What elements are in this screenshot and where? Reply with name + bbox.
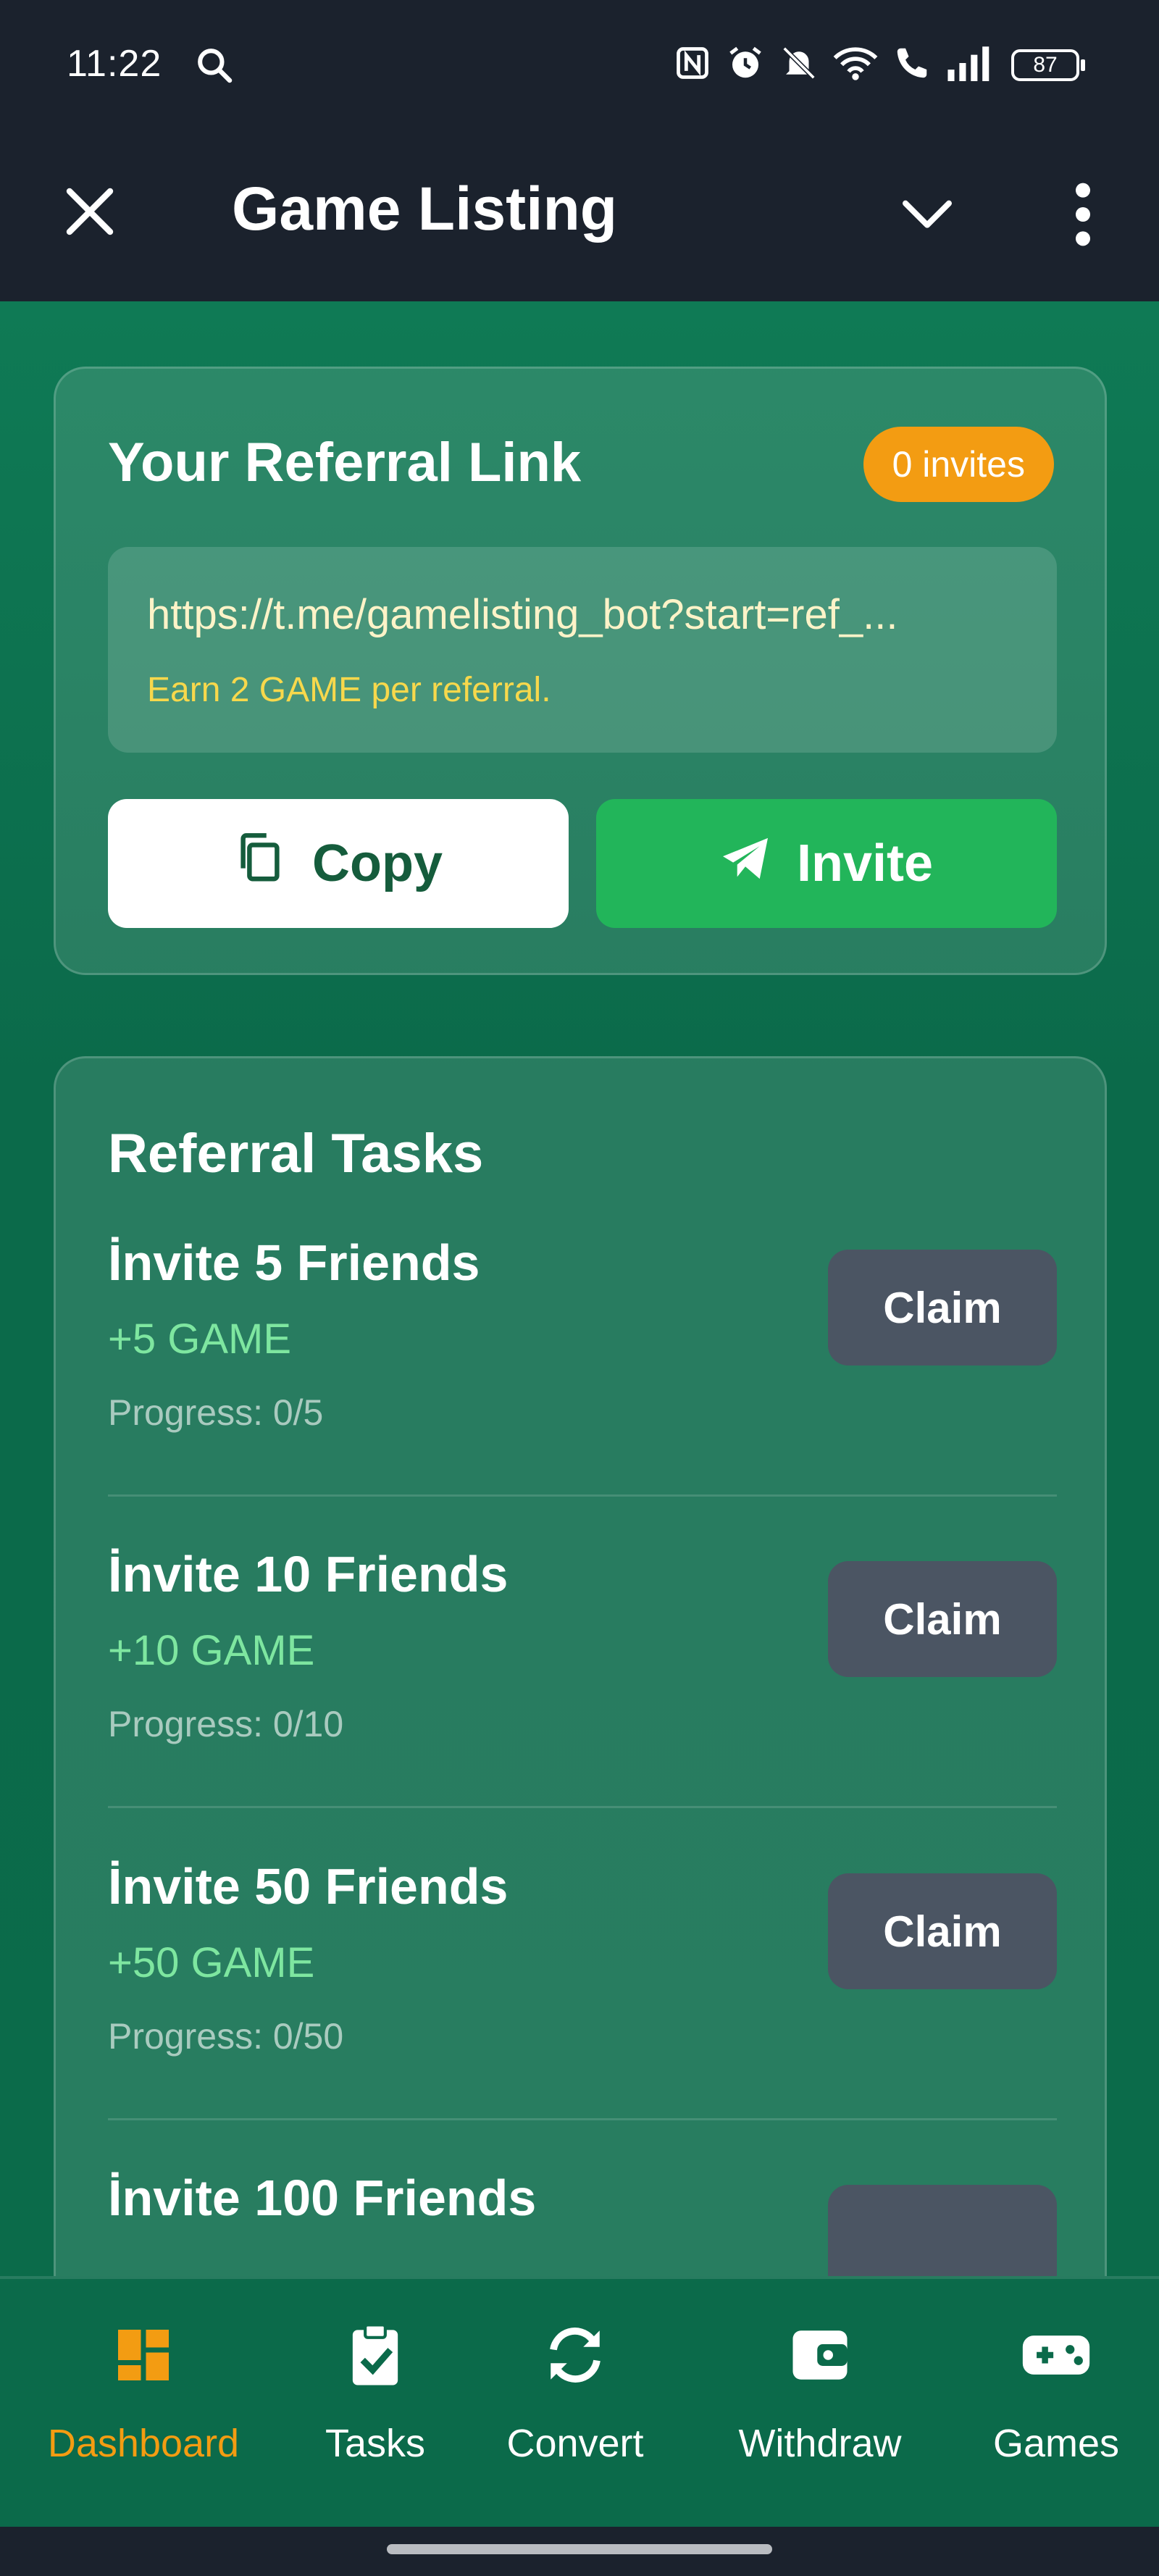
divider bbox=[108, 1494, 1057, 1497]
copy-icon bbox=[234, 830, 286, 898]
wallet-icon bbox=[704, 2322, 936, 2402]
task-progress: Progress: 0/50 bbox=[108, 2016, 344, 2057]
divider bbox=[108, 1806, 1057, 1808]
earn-note: Earn 2 GAME per referral. bbox=[147, 671, 551, 709]
divider bbox=[108, 2118, 1057, 2120]
chevron-down-icon[interactable] bbox=[898, 184, 956, 242]
app-header: Game Listing bbox=[0, 130, 1159, 301]
nav-tasks[interactable]: Tasks bbox=[259, 2322, 491, 2466]
gamepad-icon bbox=[940, 2322, 1159, 2402]
invite-label: Invite bbox=[796, 835, 934, 892]
status-icons: 87 bbox=[674, 43, 1085, 86]
wifi-icon bbox=[833, 44, 878, 85]
copy-label: Copy bbox=[312, 835, 443, 892]
task-name: İnvite 10 Friends bbox=[108, 1546, 509, 1602]
tasks-title: Referral Tasks bbox=[108, 1123, 484, 1184]
task-name: İnvite 50 Friends bbox=[108, 1858, 509, 1915]
telegram-icon bbox=[720, 834, 771, 893]
referral-link-box[interactable]: https://t.me/gamelisting_bot?start=ref_.… bbox=[108, 547, 1057, 753]
task-name: İnvite 100 Friends bbox=[108, 2170, 537, 2226]
signal-icon bbox=[946, 45, 992, 85]
search-icon bbox=[194, 45, 235, 89]
invite-button[interactable]: Invite bbox=[596, 799, 1057, 928]
nav-label: Dashboard bbox=[47, 2422, 240, 2465]
battery-indicator: 87 bbox=[1011, 49, 1085, 81]
invites-badge: 0 invites bbox=[863, 427, 1054, 502]
nav-games[interactable]: Games bbox=[940, 2322, 1159, 2466]
nav-label: Convert bbox=[506, 2422, 644, 2465]
task-item: İnvite 10 Friends +10 GAME Progress: 0/1… bbox=[108, 1545, 1057, 1857]
nav-dashboard[interactable]: Dashboard bbox=[28, 2322, 259, 2466]
referral-tasks-card: Referral Tasks İnvite 5 Friends +5 GAME … bbox=[54, 1056, 1107, 2276]
status-bar: 11:22 87 bbox=[0, 0, 1159, 130]
claim-button[interactable]: Claim bbox=[828, 1561, 1057, 1677]
nav-withdraw[interactable]: Withdraw bbox=[704, 2322, 936, 2466]
copy-button[interactable]: Copy bbox=[108, 799, 569, 928]
task-item: İnvite 5 Friends +5 GAME Progress: 0/5 C… bbox=[108, 1234, 1057, 1545]
gesture-bar[interactable] bbox=[387, 2544, 772, 2554]
page-title: Game Listing bbox=[232, 175, 618, 243]
more-vertical-icon[interactable] bbox=[1065, 178, 1101, 251]
gesture-area bbox=[0, 2527, 1159, 2576]
claim-button[interactable]: Claim bbox=[828, 1250, 1057, 1366]
nav-label: Games bbox=[992, 2422, 1120, 2465]
task-reward: +10 GAME bbox=[108, 1627, 315, 1674]
nav-label: Tasks bbox=[325, 2422, 426, 2465]
alarm-icon bbox=[726, 43, 765, 86]
close-icon[interactable] bbox=[59, 181, 120, 242]
referral-link-card: Your Referral Link 0 invites https://t.m… bbox=[54, 367, 1107, 975]
task-reward: +5 GAME bbox=[108, 1316, 292, 1363]
status-time: 11:22 bbox=[67, 43, 162, 85]
clipboard-check-icon bbox=[259, 2322, 491, 2402]
task-progress: Progress: 0/5 bbox=[108, 1392, 324, 1433]
task-name: İnvite 5 Friends bbox=[108, 1234, 480, 1291]
nav-label: Withdraw bbox=[738, 2422, 902, 2465]
nav-convert[interactable]: Convert bbox=[459, 2322, 691, 2466]
claim-button[interactable]: Claim bbox=[828, 1873, 1057, 1989]
referral-link[interactable]: https://t.me/gamelisting_bot?start=ref_.… bbox=[147, 590, 1024, 639]
mute-bell-icon bbox=[779, 43, 819, 86]
dashboard-icon bbox=[28, 2322, 259, 2402]
task-reward: +50 GAME bbox=[108, 1939, 315, 1986]
task-item: İnvite 50 Friends +50 GAME Progress: 0/5… bbox=[108, 1857, 1057, 2169]
wifi-call-icon bbox=[892, 43, 932, 86]
task-progress: Progress: 0/10 bbox=[108, 1704, 344, 1744]
bottom-nav: Dashboard Tasks Convert Withdraw Games bbox=[0, 2276, 1159, 2527]
task-item: İnvite 100 Friends bbox=[108, 2169, 1057, 2276]
claim-button[interactable] bbox=[828, 2185, 1057, 2276]
referral-title: Your Referral Link bbox=[108, 432, 582, 493]
main-content[interactable]: Your Referral Link 0 invites https://t.m… bbox=[0, 301, 1159, 2276]
sync-icon bbox=[459, 2322, 691, 2402]
nfc-icon bbox=[674, 44, 711, 85]
